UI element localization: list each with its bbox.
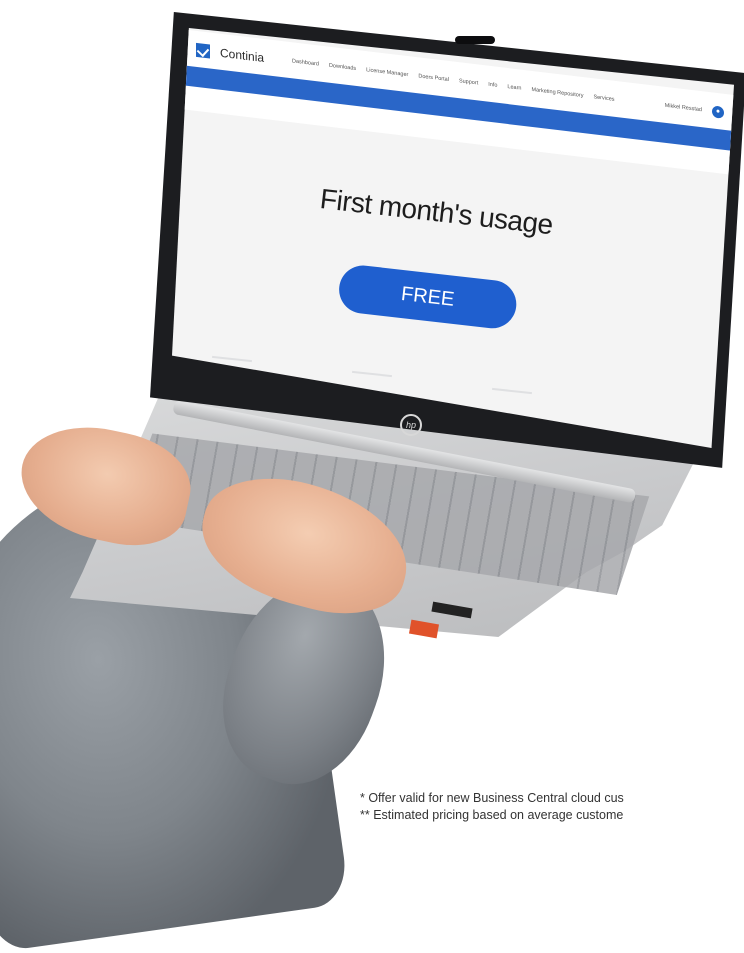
divider-line bbox=[492, 387, 532, 395]
footnote-pricing: ** Estimated pricing based on average cu… bbox=[360, 808, 624, 822]
webcam bbox=[455, 36, 495, 44]
footnote-offer: * Offer valid for new Business Central c… bbox=[360, 791, 624, 805]
divider-line bbox=[212, 355, 252, 363]
hero-headline: First month's usage bbox=[318, 183, 555, 241]
footnotes: * Offer valid for new Business Central c… bbox=[360, 790, 744, 824]
divider-line bbox=[352, 370, 392, 378]
free-cta-button[interactable]: FREE bbox=[336, 263, 519, 331]
hp-logo-icon: hp bbox=[400, 414, 422, 436]
